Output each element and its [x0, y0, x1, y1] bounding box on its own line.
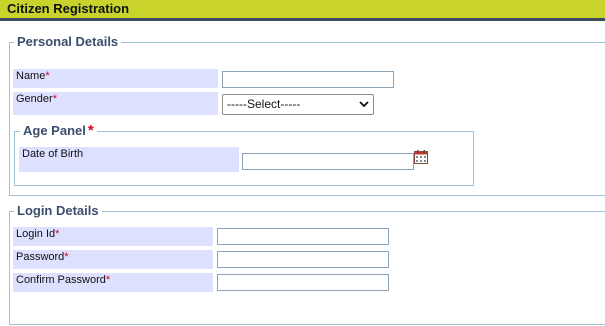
- dob-label-text: Date of Birth: [22, 148, 84, 160]
- login-id-label-text: Login Id: [16, 228, 56, 240]
- dob-input[interactable]: [242, 153, 414, 170]
- gender-required-mark: *: [52, 93, 57, 105]
- gender-label-text: Gender: [16, 93, 53, 105]
- login-details-legend: Login Details: [14, 203, 102, 218]
- confirm-password-label: Confirm Password*: [13, 273, 213, 292]
- password-label-text: Password: [16, 251, 65, 263]
- password-required-mark: *: [64, 251, 69, 263]
- name-label: Name*: [13, 69, 218, 88]
- name-input[interactable]: [222, 71, 394, 88]
- dob-label: Date of Birth: [19, 147, 239, 172]
- chevron-down-icon: [359, 101, 369, 108]
- age-panel-legend: Age Panel *: [20, 123, 97, 138]
- login-id-label: Login Id*: [13, 227, 213, 246]
- gender-selected-value: -----Select-----: [227, 97, 301, 111]
- name-required-mark: *: [45, 70, 50, 82]
- password-label: Password*: [13, 250, 213, 269]
- personal-details-legend: Personal Details: [14, 34, 122, 49]
- calendar-icon[interactable]: [414, 150, 428, 164]
- login-id-required-mark: *: [55, 228, 60, 240]
- age-panel-legend-text: Age Panel: [23, 123, 86, 138]
- password-input[interactable]: [217, 251, 389, 268]
- age-panel-required-mark: *: [87, 122, 94, 139]
- confirm-password-required-mark: *: [105, 274, 111, 286]
- name-label-text: Name: [16, 70, 46, 82]
- gender-label: Gender*: [13, 92, 218, 115]
- confirm-password-input[interactable]: [217, 274, 389, 291]
- gender-select[interactable]: -----Select-----: [222, 94, 374, 115]
- login-id-input[interactable]: [217, 228, 389, 245]
- confirm-password-label-text: Confirm Password: [16, 274, 106, 286]
- page-title: Citizen Registration: [7, 1, 130, 16]
- page-header: Citizen Registration: [0, 0, 605, 21]
